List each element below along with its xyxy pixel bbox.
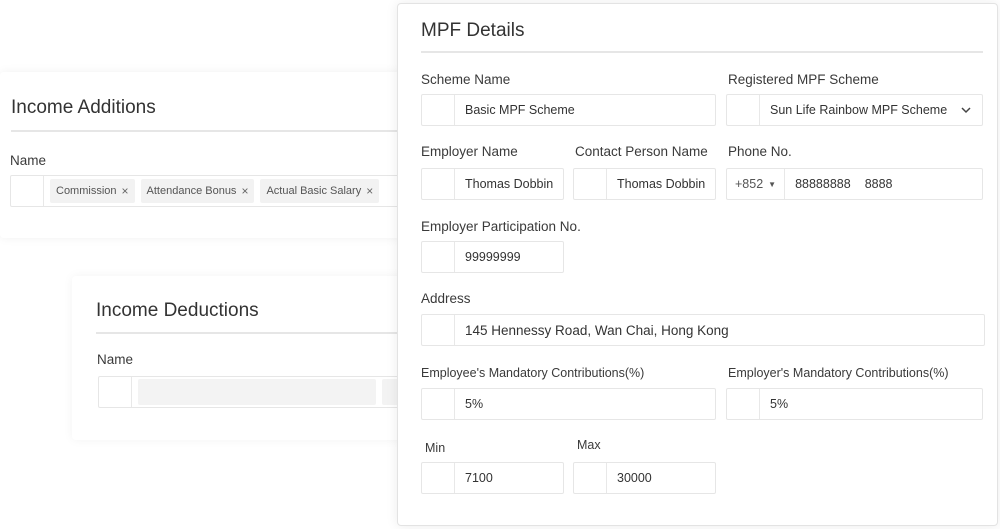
address-value: 145 Hennessy Road, Wan Chai, Hong Kong (465, 322, 729, 338)
scheme-name-label: Scheme Name (421, 72, 511, 87)
employer-name-field[interactable]: Thomas Dobbin (421, 168, 564, 200)
tag-label: Commission (56, 185, 117, 197)
field-prefix (574, 463, 607, 493)
registered-scheme-select[interactable]: Sun Life Rainbow MPF Scheme (726, 94, 983, 126)
employee-mandatory-label: Employee's Mandatory Contributions(%) (421, 366, 645, 380)
mpf-details-title: MPF Details (421, 20, 525, 41)
employee-mandatory-value: 5% (465, 397, 484, 411)
tag-label: Actual Basic Salary (266, 185, 362, 197)
income-deductions-name-label: Name (97, 352, 134, 367)
remove-tag-icon[interactable]: × (241, 184, 248, 198)
contact-person-field[interactable]: Thomas Dobbin (573, 168, 716, 200)
scheme-name-value: Basic MPF Scheme (465, 103, 575, 117)
phone-extension-value: 8888 (864, 177, 893, 191)
income-additions-card: Income Additions Name Commission × Atten… (0, 72, 420, 238)
field-prefix (422, 242, 455, 272)
chevron-down-icon (961, 107, 971, 114)
employer-mandatory-value: 5% (770, 397, 789, 411)
address-field[interactable]: 145 Hennessy Road, Wan Chai, Hong Kong (421, 314, 985, 346)
tag-actual-basic-salary: Actual Basic Salary × (260, 179, 380, 203)
tag-commission: Commission × (50, 179, 135, 203)
min-value: 7100 (465, 471, 493, 485)
field-prefix (422, 169, 455, 199)
income-additions-title: Income Additions (11, 97, 156, 118)
participation-no-value: 99999999 (465, 250, 521, 264)
tag-attendance-bonus: Attendance Bonus × (140, 179, 255, 203)
scheme-name-field[interactable]: Basic MPF Scheme (421, 94, 716, 126)
field-prefix (422, 95, 455, 125)
min-field[interactable]: 7100 (421, 462, 564, 494)
participation-no-field[interactable]: 99999999 (421, 241, 564, 273)
registered-scheme-label: Registered MPF Scheme (728, 72, 879, 87)
phone-number-value: 88888888 (795, 177, 851, 191)
tag-label: Attendance Bonus (146, 185, 237, 197)
address-label: Address (421, 291, 471, 306)
max-field[interactable]: 30000 (573, 462, 716, 494)
income-deductions-divider (96, 332, 432, 334)
income-additions-tag-input[interactable]: Commission × Attendance Bonus × Actual B… (10, 175, 420, 207)
income-deductions-title: Income Deductions (96, 300, 259, 321)
income-deductions-tag-input[interactable] (98, 376, 432, 408)
min-label: Min (425, 441, 446, 455)
field-prefix (574, 169, 607, 199)
income-deductions-card: Income Deductions Name (72, 276, 432, 440)
placeholder-tag (138, 379, 376, 405)
max-label: Max (577, 438, 601, 452)
mpf-details-card: MPF Details Scheme Name Basic MPF Scheme… (397, 3, 998, 526)
country-code-select[interactable]: +852 ▼ (727, 169, 786, 199)
contact-person-label: Contact Person Name (575, 144, 708, 159)
phone-field[interactable]: +852 ▼ 88888888 8888 (726, 168, 983, 200)
field-prefix (99, 377, 132, 407)
registered-scheme-value: Sun Life Rainbow MPF Scheme (770, 103, 948, 117)
employer-mandatory-label: Employer's Mandatory Contributions(%) (728, 366, 949, 380)
employer-mandatory-field[interactable]: 5% (726, 388, 983, 420)
field-prefix (422, 389, 455, 419)
max-value: 30000 (617, 471, 652, 485)
field-prefix (422, 463, 455, 493)
phone-label: Phone No. (728, 144, 792, 159)
mpf-details-divider (421, 51, 983, 53)
remove-tag-icon[interactable]: × (366, 184, 373, 198)
field-prefix (422, 315, 455, 345)
participation-no-label: Employer Participation No. (421, 219, 581, 234)
caret-down-icon: ▼ (768, 179, 777, 189)
income-additions-name-label: Name (10, 153, 47, 168)
contact-person-value: Thomas Dobbin (617, 177, 706, 191)
employer-name-value: Thomas Dobbin (465, 177, 554, 191)
country-code-value: +852 (735, 177, 764, 191)
employee-mandatory-field[interactable]: 5% (421, 388, 716, 420)
employer-name-label: Employer Name (421, 144, 518, 159)
income-additions-divider (11, 130, 411, 132)
field-prefix (727, 95, 760, 125)
field-prefix (11, 176, 44, 206)
field-prefix (727, 389, 760, 419)
remove-tag-icon[interactable]: × (122, 184, 129, 198)
